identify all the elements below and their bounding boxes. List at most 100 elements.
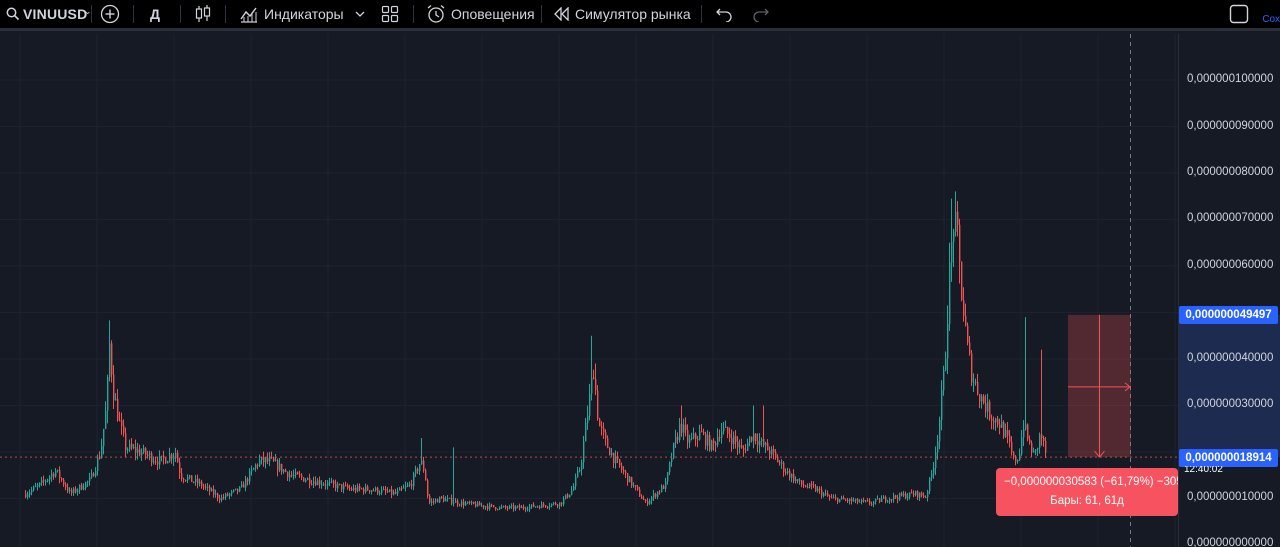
candle-body bbox=[371, 490, 373, 492]
candle-body bbox=[619, 459, 621, 466]
save-button[interactable]: Сох bbox=[1262, 14, 1280, 25]
candle-body bbox=[463, 501, 465, 506]
candle-body bbox=[725, 427, 727, 429]
candle-body bbox=[369, 490, 371, 492]
candle-body bbox=[415, 468, 417, 474]
redo-button[interactable] bbox=[752, 0, 770, 28]
candle-body bbox=[327, 482, 329, 486]
candle-body bbox=[59, 469, 61, 479]
candle-body bbox=[105, 410, 107, 429]
candle-body bbox=[469, 501, 471, 504]
candle-body bbox=[457, 500, 459, 505]
candle-body bbox=[585, 422, 587, 442]
candle-body bbox=[287, 471, 289, 478]
candle-body bbox=[521, 506, 523, 509]
candle-body bbox=[379, 492, 381, 494]
symbol-search[interactable]: VINUUSD bbox=[6, 0, 87, 28]
candle-body bbox=[877, 498, 879, 500]
candle-body bbox=[783, 462, 785, 472]
candle-body bbox=[611, 452, 613, 456]
candle-body bbox=[915, 491, 917, 496]
candle-body bbox=[333, 481, 335, 484]
candle-body bbox=[89, 477, 91, 482]
fullscreen-button[interactable] bbox=[1229, 0, 1249, 28]
candle-body bbox=[733, 435, 735, 444]
candle-body bbox=[599, 418, 601, 427]
candle-body bbox=[421, 460, 423, 465]
candle-body bbox=[669, 462, 671, 473]
candle-body bbox=[25, 493, 27, 498]
candle-body bbox=[667, 472, 669, 482]
candle-body bbox=[495, 507, 497, 510]
candle-body bbox=[189, 475, 191, 478]
measure-change: −0,000000030583 (−61,79%) −305 bbox=[1004, 476, 1178, 488]
candle-body bbox=[929, 477, 931, 492]
indicators-button[interactable]: Индикаторы bbox=[239, 0, 344, 28]
candle-body bbox=[483, 505, 485, 508]
candle-body bbox=[787, 470, 789, 473]
candle-body bbox=[69, 489, 71, 492]
candle-body bbox=[865, 500, 867, 502]
candle-body bbox=[417, 468, 419, 472]
alerts-button[interactable]: Оповещения bbox=[426, 0, 535, 28]
candle-body bbox=[525, 508, 527, 510]
candle-body bbox=[289, 474, 291, 478]
candle-body bbox=[129, 443, 131, 450]
candle-body bbox=[541, 503, 543, 509]
replay-button[interactable]: Симулятор рынка bbox=[553, 0, 691, 28]
candle-body bbox=[809, 483, 811, 488]
rewind-icon bbox=[553, 7, 571, 21]
indicators-dropdown[interactable] bbox=[355, 0, 365, 28]
candle-body bbox=[815, 486, 817, 491]
interval-button[interactable]: Д bbox=[150, 0, 160, 28]
candle-body bbox=[497, 509, 499, 511]
candle-body bbox=[365, 486, 367, 492]
candle-body bbox=[461, 501, 463, 506]
candle-body bbox=[771, 448, 773, 455]
candle-body bbox=[99, 457, 101, 459]
candle-body bbox=[807, 486, 809, 488]
candle-body bbox=[687, 429, 689, 443]
undo-button[interactable] bbox=[715, 0, 733, 28]
candle-body bbox=[281, 463, 283, 472]
candle-body bbox=[803, 484, 805, 486]
candle-body bbox=[91, 473, 93, 478]
candle-body bbox=[881, 498, 883, 502]
candle-body bbox=[397, 490, 399, 494]
candle-body bbox=[375, 487, 377, 491]
candle-body bbox=[927, 491, 929, 498]
candle-body bbox=[583, 441, 585, 463]
candle-body bbox=[621, 465, 623, 470]
candle-body bbox=[951, 241, 953, 263]
candle-body bbox=[847, 499, 849, 502]
candle-body bbox=[137, 449, 139, 453]
candle-body bbox=[1029, 439, 1031, 444]
candle-body bbox=[1007, 430, 1009, 436]
candle-body bbox=[131, 443, 133, 448]
candle-body bbox=[977, 382, 979, 395]
candle-body bbox=[659, 491, 661, 493]
candle-body bbox=[443, 497, 445, 502]
range-top-price-tag: 0,000000049497 bbox=[1179, 306, 1278, 324]
templates-button[interactable] bbox=[381, 0, 399, 28]
candle-body bbox=[681, 423, 683, 433]
candle-body bbox=[997, 418, 999, 425]
candle-body bbox=[581, 462, 583, 470]
candle-body bbox=[1011, 442, 1013, 453]
candle-body bbox=[639, 489, 641, 497]
add-symbol-button[interactable] bbox=[100, 0, 120, 28]
candle-body bbox=[975, 382, 977, 384]
chart-type-button[interactable] bbox=[194, 0, 212, 28]
candle-body bbox=[77, 490, 79, 493]
candle-body bbox=[195, 478, 197, 483]
candle-body bbox=[307, 478, 309, 480]
candle-body bbox=[97, 457, 99, 471]
candle-body bbox=[753, 433, 755, 441]
candle-body bbox=[431, 501, 433, 503]
candle-body bbox=[545, 505, 547, 507]
candle-body bbox=[31, 489, 33, 493]
candle-body bbox=[153, 461, 155, 463]
candle-body bbox=[199, 481, 201, 484]
candle-body bbox=[481, 505, 483, 507]
candle-body bbox=[291, 474, 293, 476]
